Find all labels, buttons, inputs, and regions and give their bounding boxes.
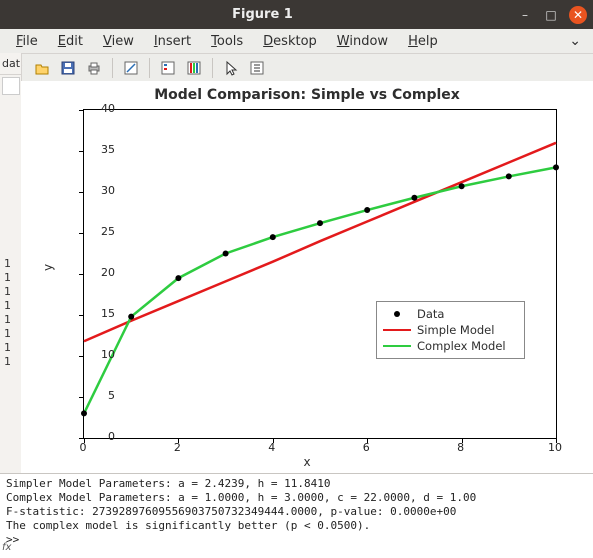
line-swatch-icon	[383, 329, 411, 331]
chart-canvas	[84, 110, 556, 438]
command-window[interactable]: Simpler Model Parameters: a = 2.4239, h …	[0, 473, 593, 558]
maximize-icon[interactable]: □	[543, 7, 559, 23]
console-line: Complex Model Parameters: a = 1.0000, h …	[6, 491, 476, 504]
menu-view[interactable]: View	[95, 32, 142, 51]
pointer-icon[interactable]	[219, 56, 243, 80]
toolbar-sep-2	[149, 58, 150, 78]
line-swatch-icon	[383, 345, 411, 347]
menu-help[interactable]: Help	[400, 32, 446, 51]
y-tick-label: 20	[85, 266, 115, 279]
data-point	[411, 195, 417, 201]
window-title: Figure 1	[8, 7, 517, 22]
toolbar-sep-3	[212, 58, 213, 78]
data-point	[128, 314, 134, 320]
menubar: File Edit View Insert Tools Desktop Wind…	[0, 29, 593, 54]
y-tick-label: 25	[85, 225, 115, 238]
axes[interactable]	[83, 109, 557, 439]
gutter-num: 1	[0, 355, 21, 369]
data-point	[553, 164, 559, 170]
editor-subtoolbar-icon[interactable]	[2, 77, 20, 95]
data-point	[506, 173, 512, 179]
series-line	[84, 167, 556, 413]
save-icon[interactable]	[56, 56, 80, 80]
gutter-num: 1	[0, 257, 21, 271]
x-axis-label: x	[21, 455, 593, 469]
legend-entry-simple: Simple Model	[383, 322, 518, 338]
gutter-num: 1	[0, 313, 21, 327]
gutter-num: 1	[0, 299, 21, 313]
data-point	[459, 183, 465, 189]
legend-label: Complex Model	[417, 338, 506, 354]
plot-area[interactable]: Model Comparison: Simple vs Complex y x …	[21, 81, 593, 473]
data-point	[317, 220, 323, 226]
y-axis-label: y	[41, 264, 55, 271]
gutter-num: 1	[0, 285, 21, 299]
chart-title: Model Comparison: Simple vs Complex	[21, 87, 593, 103]
menu-overflow-icon[interactable]: ⌄	[565, 33, 585, 49]
window-titlebar: Figure 1 – □ ✕	[0, 0, 593, 29]
legend-entry-complex: Complex Model	[383, 338, 518, 354]
y-tick-label: 30	[85, 184, 115, 197]
menu-desktop[interactable]: Desktop	[255, 32, 325, 51]
editor-tab-dat[interactable]: dat	[0, 53, 21, 75]
edit-plot-icon[interactable]	[119, 56, 143, 80]
gutter-num: 1	[0, 327, 21, 341]
menu-file[interactable]: File	[8, 32, 46, 51]
data-point	[270, 234, 276, 240]
data-point	[81, 410, 87, 416]
insert-legend-icon[interactable]	[156, 56, 180, 80]
insert-colorbar-icon[interactable]	[182, 56, 206, 80]
editor-gutter: dat 1 1 1 1 1 1 1 1 Cᴏ Nᴇ	[0, 53, 22, 513]
data-cursor-icon[interactable]	[245, 56, 269, 80]
x-tick-label: 6	[356, 441, 376, 454]
console-line: The complex model is significantly bette…	[6, 519, 370, 532]
figure-toolbar	[0, 54, 593, 83]
x-tick-label: 10	[545, 441, 565, 454]
x-tick-label: 2	[167, 441, 187, 454]
legend[interactable]: Data Simple Model Complex Model	[376, 301, 525, 359]
x-tick-label: 4	[262, 441, 282, 454]
toolbar-sep-1	[112, 58, 113, 78]
print-icon[interactable]	[82, 56, 106, 80]
legend-label: Data	[417, 306, 444, 322]
open-icon[interactable]	[30, 56, 54, 80]
menu-insert[interactable]: Insert	[146, 32, 199, 51]
menu-window[interactable]: Window	[329, 32, 396, 51]
fx-icon[interactable]: fx	[2, 542, 11, 553]
console-line: F-statistic: 273928976095569037507323494…	[6, 505, 456, 518]
data-point	[175, 275, 181, 281]
y-tick-label: 5	[85, 389, 115, 402]
gutter-num: 1	[0, 271, 21, 285]
y-tick-label: 10	[85, 348, 115, 361]
y-tick-label: 35	[85, 143, 115, 156]
data-point	[223, 251, 229, 257]
y-tick-label: 40	[85, 102, 115, 115]
gutter-num: 1	[0, 341, 21, 355]
close-icon[interactable]: ✕	[569, 6, 587, 24]
x-tick-label: 8	[451, 441, 471, 454]
legend-entry-data: Data	[383, 306, 518, 322]
menu-edit[interactable]: Edit	[50, 32, 91, 51]
dot-icon	[394, 311, 400, 317]
data-point	[364, 207, 370, 213]
x-tick-label: 0	[73, 441, 93, 454]
minimize-icon[interactable]: –	[517, 7, 533, 23]
menu-tools[interactable]: Tools	[203, 32, 251, 51]
console-line: Simpler Model Parameters: a = 2.4239, h …	[6, 477, 331, 490]
legend-label: Simple Model	[417, 322, 494, 338]
y-tick-label: 15	[85, 307, 115, 320]
